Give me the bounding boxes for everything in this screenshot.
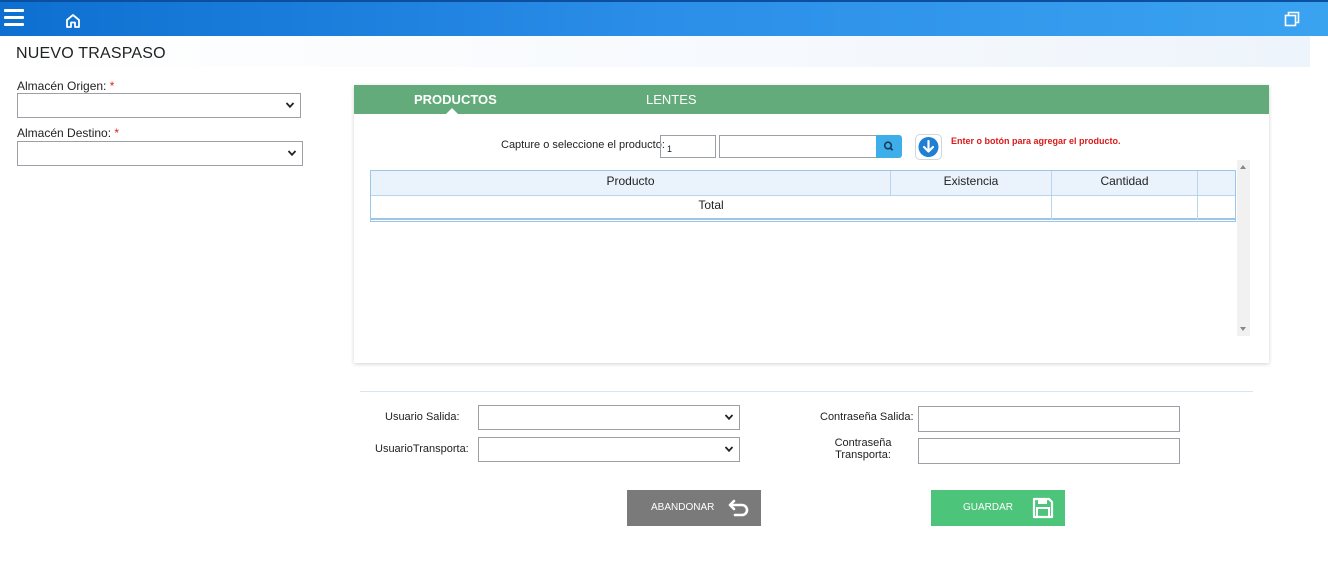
add-product-button[interactable] <box>915 134 942 160</box>
scroll-down-arrow-icon[interactable] <box>1240 327 1246 331</box>
capture-product-label: Capture o seleccione el producto: <box>501 139 665 151</box>
arrow-down-circle-icon <box>918 137 939 157</box>
required-marker: * <box>114 126 120 140</box>
abandon-button-label: ABANDONAR <box>651 502 715 513</box>
contrasena-transporta-label-line2: Transporta: <box>835 449 891 461</box>
contrasena-salida-input[interactable] <box>918 406 1180 432</box>
usuario-transporta-label: UsuarioTransporta: <box>375 443 469 455</box>
chevron-down-icon <box>287 150 297 157</box>
chevron-down-icon <box>724 446 734 453</box>
active-tab-indicator <box>446 108 458 114</box>
undo-arrow-icon <box>728 499 749 517</box>
required-marker: * <box>109 79 115 93</box>
table-header-row: Producto Existencia Cantidad <box>371 171 1235 196</box>
floppy-disk-icon <box>1032 497 1054 519</box>
contrasena-transporta-label: Contraseña Transporta: <box>834 437 892 461</box>
top-bar <box>0 0 1328 36</box>
tab-lentes[interactable]: LENTES <box>646 92 697 107</box>
almacen-destino-label-text: Almacén Destino: <box>17 126 112 140</box>
almacen-origen-select[interactable] <box>17 93 301 118</box>
contrasena-salida-label: Contraseña Salida: <box>820 411 914 423</box>
total-label: Total <box>371 196 1052 220</box>
page-title: NUEVO TRASPASO <box>16 45 166 62</box>
almacen-destino-label: Almacén Destino: * <box>17 126 119 140</box>
search-button[interactable] <box>876 135 902 158</box>
almacen-origen-label: Almacén Origen: * <box>17 79 114 93</box>
save-button[interactable]: GUARDAR <box>931 490 1065 526</box>
column-header-actions <box>1198 171 1235 196</box>
abandon-button[interactable]: ABANDONAR <box>627 490 761 526</box>
hamburger-menu-icon[interactable] <box>4 9 24 29</box>
usuario-salida-select[interactable] <box>478 405 740 430</box>
section-divider <box>360 391 1253 392</box>
contrasena-transporta-label-line1: Contraseña <box>834 437 892 449</box>
home-icon[interactable] <box>64 12 82 30</box>
save-button-label: GUARDAR <box>963 502 1014 513</box>
add-product-hint: Enter o botón para agregar el producto. <box>951 136 1121 146</box>
scroll-up-arrow-icon[interactable] <box>1240 165 1246 169</box>
total-value <box>1052 196 1198 220</box>
almacen-origen-label-text: Almacén Origen: <box>17 79 107 93</box>
usuario-transporta-select[interactable] <box>478 437 740 462</box>
product-search-input[interactable] <box>719 135 877 158</box>
column-header-cantidad: Cantidad <box>1052 171 1198 196</box>
column-header-existencia: Existencia <box>891 171 1052 196</box>
chevron-down-icon <box>285 102 295 109</box>
column-header-producto: Producto <box>371 171 891 196</box>
usuario-salida-label: Usuario Salida: <box>385 411 460 423</box>
products-table: Producto Existencia Cantidad Total <box>370 170 1236 222</box>
search-icon <box>883 141 894 151</box>
table-total-row: Total <box>371 196 1235 220</box>
title-bar: NUEVO TRASPASO <box>0 36 1310 67</box>
tab-bar: PRODUCTOS LENTES <box>354 85 1269 114</box>
table-scrollbar[interactable] <box>1237 160 1250 336</box>
restore-window-icon[interactable] <box>1284 11 1300 27</box>
products-panel: PRODUCTOS LENTES Capture o seleccione el… <box>354 85 1269 363</box>
quantity-input[interactable]: 1 <box>660 135 716 158</box>
almacen-destino-select[interactable] <box>17 141 303 166</box>
chevron-down-icon <box>724 414 734 421</box>
total-actions-cell <box>1198 196 1235 220</box>
contrasena-transporta-input[interactable] <box>918 438 1180 464</box>
tab-productos[interactable]: PRODUCTOS <box>414 92 497 107</box>
